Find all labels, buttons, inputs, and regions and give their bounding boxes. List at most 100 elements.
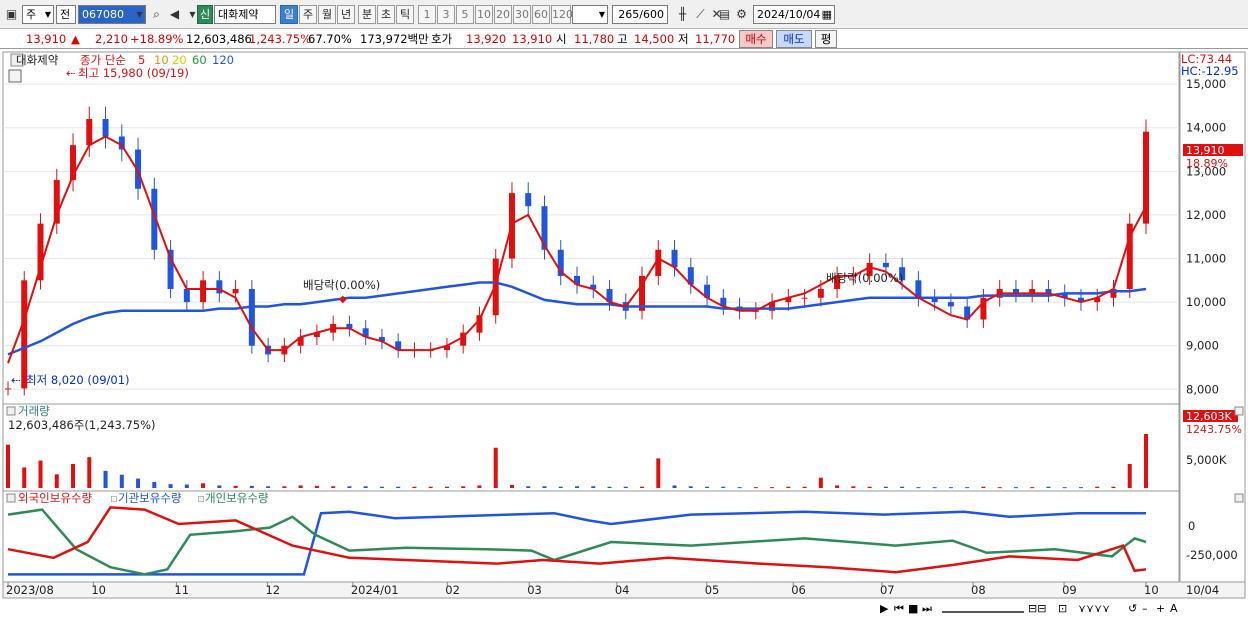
- price-y-tick: 9,000: [1186, 339, 1219, 353]
- scroll-last-icon[interactable]: ⏭: [922, 601, 932, 617]
- compare-icon[interactable]: ⊟⊟: [1028, 601, 1046, 617]
- volume-bar: [786, 486, 791, 488]
- buy-button[interactable]: 매수: [739, 30, 773, 48]
- gear-icon[interactable]: ⚙: [733, 5, 750, 24]
- interval-button[interactable]: 60: [532, 5, 550, 24]
- scroll-first-icon[interactable]: ⏮: [894, 601, 904, 617]
- volume-bar: [103, 470, 108, 488]
- period-second-button[interactable]: 초: [377, 5, 395, 24]
- high-label: 고: [617, 32, 628, 46]
- volume-bar: [217, 485, 222, 488]
- volume-bar: [168, 484, 173, 488]
- close-icon[interactable]: [1234, 406, 1244, 416]
- x-axis-label: 09: [1062, 583, 1077, 597]
- price-change: 2,210: [95, 32, 128, 46]
- indicator-icon[interactable]: ⋎⋎⋎⋎: [1078, 601, 1110, 617]
- volume-panel: [2, 403, 1180, 492]
- interval-button[interactable]: 30: [513, 5, 531, 24]
- date-value: 2024/10/04: [757, 8, 821, 21]
- x-axis-label: 2024/01: [351, 583, 399, 597]
- x-axis-label: 02: [445, 583, 460, 597]
- x-axis-label: 11: [174, 583, 189, 597]
- reset-icon[interactable]: ↺: [1128, 601, 1137, 617]
- stock-chart[interactable]: 대화제약 종가 단순 5 10 20 60 120 ⇠ 최고 15,980 (0…: [0, 50, 1248, 621]
- open-label: 시: [556, 32, 567, 46]
- volume-y-tick: 5,000K: [1186, 453, 1227, 467]
- stock-badge: 신: [197, 5, 213, 24]
- search-icon[interactable]: ⌕: [148, 5, 165, 24]
- chart-area[interactable]: 대화제약 종가 단순 5 10 20 60 120 ⇠ 최고 15,980 (0…: [0, 50, 1248, 621]
- market-type-select[interactable]: 주 ▼: [22, 5, 54, 24]
- stock-name-field[interactable]: 대화제약: [214, 5, 276, 24]
- candle-type-icon[interactable]: ╫: [674, 5, 691, 24]
- period-tick-button[interactable]: 틱: [396, 5, 414, 24]
- interval-button[interactable]: 20: [494, 5, 512, 24]
- volume-bar: [412, 486, 417, 488]
- period-week-button[interactable]: 주: [299, 5, 317, 24]
- date-field[interactable]: 2024/10/04 ▦: [753, 5, 835, 24]
- code-dropdown-icon[interactable]: ▼: [131, 5, 148, 24]
- font-size-icon[interactable]: A: [1170, 601, 1178, 617]
- period-month-button[interactable]: 월: [318, 5, 336, 24]
- volume-bar: [298, 485, 303, 488]
- window-menu-icon[interactable]: ▣: [3, 5, 20, 24]
- zoom-in-icon[interactable]: +: [1156, 601, 1165, 617]
- volume-pct: 1,243.75%: [249, 32, 312, 46]
- interval-button[interactable]: 120: [551, 5, 573, 24]
- zoom-slider[interactable]: [942, 605, 1024, 613]
- ma-legend-10: 10: [154, 53, 169, 67]
- volume-bar: [948, 487, 953, 489]
- volume-readout: 12,603,486주(1,243.75%): [8, 418, 156, 432]
- volume-bar: [71, 464, 76, 488]
- bar-count-field[interactable]: 265/600: [612, 5, 668, 24]
- volume-bar: [916, 487, 921, 489]
- close-icon[interactable]: [1234, 493, 1244, 503]
- market-scope-button[interactable]: 전: [56, 5, 76, 24]
- period-year-button[interactable]: 년: [337, 5, 355, 24]
- volume-bar: [965, 487, 970, 489]
- hc-value: HC:-12.95: [1181, 64, 1239, 78]
- zoom-out-icon[interactable]: –: [1142, 601, 1148, 617]
- candle-body: [801, 297, 808, 299]
- draw-line-icon[interactable]: ⟋: [692, 5, 709, 24]
- pattern-icon[interactable]: ⊡: [1058, 601, 1067, 617]
- interval-button[interactable]: 10: [475, 5, 493, 24]
- save-icon[interactable]: ▤: [716, 5, 733, 24]
- volume-bar: [818, 477, 823, 488]
- change-arrow: ▲: [71, 32, 80, 46]
- evaluate-button[interactable]: 평: [815, 30, 837, 48]
- stop-icon[interactable]: ■: [908, 601, 918, 617]
- grid-toggle-icon[interactable]: [8, 69, 22, 83]
- volume-bar: [721, 486, 726, 488]
- stock-code-value: 067080: [82, 8, 124, 21]
- legend-separator-icon: ▫: [197, 491, 205, 505]
- price-y-tick: 10,000: [1186, 295, 1226, 309]
- volume-bar: [22, 467, 27, 488]
- custom-interval-input[interactable]: ▼: [572, 5, 608, 24]
- period-day-button[interactable]: 일: [280, 5, 298, 24]
- last-price-tag-text: 13,910: [1186, 144, 1225, 157]
- market-type-value: 주: [26, 8, 37, 21]
- volume-bar: [883, 486, 888, 488]
- interval-button[interactable]: 3: [437, 5, 455, 24]
- volume-bar: [981, 486, 986, 488]
- holding-y-tick: -250,000: [1186, 548, 1238, 562]
- panel-menu-icon[interactable]: [6, 493, 16, 503]
- period-minute-button[interactable]: 분: [358, 5, 376, 24]
- interval-button[interactable]: 1: [418, 5, 436, 24]
- speaker-icon[interactable]: ◀: [166, 5, 183, 24]
- scroll-right-icon[interactable]: ▶: [880, 601, 888, 617]
- sell-button[interactable]: 매도: [776, 30, 812, 48]
- volume-bar: [509, 485, 514, 488]
- volume-bar: [1030, 487, 1035, 489]
- volume-bar: [656, 458, 661, 488]
- candle-body: [183, 289, 190, 303]
- volume-bar: [314, 485, 319, 488]
- volume-bar: [672, 485, 677, 488]
- interval-button[interactable]: 5: [456, 5, 474, 24]
- panel-menu-icon[interactable]: [6, 406, 16, 416]
- turnover-pct: 67.70%: [308, 32, 352, 46]
- bid-price: 13,910: [512, 32, 553, 46]
- legend-foreign: 외국인보유수량: [18, 491, 92, 505]
- chevron-down-icon: ▼: [44, 10, 51, 19]
